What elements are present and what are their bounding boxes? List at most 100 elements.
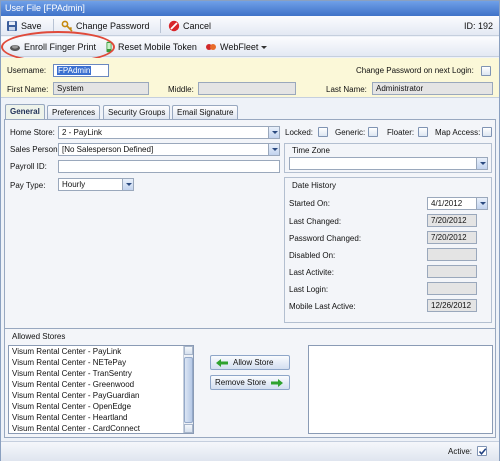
sales-person-select[interactable]: [No Salesperson Defined] [58,143,280,156]
available-stores-list[interactable] [308,345,493,434]
list-item[interactable]: Visum Rental Center - Heartland [12,413,127,422]
change-pw-next-login-label: Change Password on next Login: [356,66,474,75]
webfleet-menu-button[interactable]: WebFleet [205,39,268,55]
locked-checkbox[interactable] [318,127,328,137]
map-access-label: Map Access: [435,128,481,137]
reset-token-label: Reset Mobile Token [118,42,197,52]
username-value: FPAdmin [57,66,92,75]
home-store-value: 2 - PayLink [62,128,103,137]
disabled-on-field [427,248,477,261]
dropdown-arrow-icon [476,158,487,169]
allow-store-button[interactable]: Allow Store [210,355,290,370]
generic-label: Generic: [335,128,366,137]
last-name-field[interactable]: Administrator [372,82,493,95]
payroll-id-label: Payroll ID: [10,162,47,171]
last-login-field [427,282,477,295]
allowed-stores-list[interactable]: Visum Rental Center - PayLink Visum Rent… [8,345,194,434]
sales-person-value: [No Salesperson Defined] [62,145,154,154]
toolbar-divider [160,19,161,33]
started-on-label: Started On: [289,199,330,208]
scroll-up-icon[interactable] [184,346,193,355]
tab-email-signature[interactable]: Email Signature [172,105,239,119]
list-item[interactable]: Visum Rental Center - CardConnect [12,424,140,433]
last-activity-label: Last Activite: [289,268,334,277]
tab-general[interactable]: General [5,104,45,120]
first-name-label: First Name: [7,85,49,94]
date-history-group: Date History Started On: 4/1/2012 Last C… [284,177,492,323]
username-label: Username: [7,66,47,75]
mobile-last-active-label: Mobile Last Active: [289,302,356,311]
stores-scrollbar[interactable] [183,346,193,433]
home-store-label: Home Store: [10,128,55,137]
active-checkbox[interactable] [477,446,487,456]
list-item[interactable]: Visum Rental Center - TranSentry [12,369,132,378]
checkmark-icon [478,448,487,455]
date-history-label: Date History [292,181,337,190]
pay-type-select[interactable]: Hourly [58,178,134,191]
sales-person-label: Sales Person: [10,145,60,154]
scroll-thumb[interactable] [184,357,193,423]
dropdown-arrow-icon [268,144,279,155]
floppy-disk-icon [6,20,18,32]
map-access-checkbox[interactable] [482,127,492,137]
pay-type-label: Pay Type: [10,181,46,190]
scroll-down-icon[interactable] [184,424,193,433]
first-name-field[interactable]: System [53,82,149,95]
dropdown-arrow-icon [476,198,487,209]
last-name-label: Last Name: [326,85,367,94]
cancel-icon [168,20,180,32]
locked-label: Locked: [285,128,314,137]
arrow-left-icon [216,358,228,367]
remove-store-label: Remove Store [215,378,267,387]
record-id: ID: 192 [463,21,493,31]
user-info-panel: Username: FPAdmin Change Password on nex… [1,58,499,98]
last-changed-label: Last Changed: [289,217,342,226]
home-store-select[interactable]: 2 - PayLink [58,126,280,139]
time-zone-group: Time Zone [284,143,492,173]
remove-store-button[interactable]: Remove Store [210,375,290,390]
cancel-button[interactable]: Cancel [168,18,211,34]
window-title: User File [FPAdmin] [1,1,499,16]
list-item[interactable]: Visum Rental Center - NETePay [12,358,126,367]
dropdown-arrow-icon [122,179,133,190]
arrow-right-icon [271,378,284,387]
webfleet-label: WebFleet [220,42,259,52]
started-on-date-picker[interactable]: 4/1/2012 [427,197,488,210]
last-activity-field [427,265,477,278]
allowed-stores-title: Allowed Stores [12,332,66,341]
allow-store-label: Allow Store [233,358,274,367]
dropdown-arrow-icon [268,127,279,138]
generic-checkbox[interactable] [368,127,378,137]
tab-security-groups[interactable]: Security Groups [103,105,171,119]
list-item[interactable]: Visum Rental Center - PayLink [12,347,121,356]
payroll-id-field[interactable] [58,160,280,173]
change-pw-next-login-checkbox[interactable] [481,66,491,76]
middle-label: Middle: [168,85,194,94]
general-tab-panel: Home Store: 2 - PayLink Sales Person: [N… [4,119,496,329]
time-zone-select[interactable] [289,157,488,170]
user-file-window: User File [FPAdmin] Save Change Password… [0,0,500,461]
last-changed-field: 7/20/2012 [427,214,477,227]
tab-preferences[interactable]: Preferences [47,105,101,119]
change-password-label: Change Password [76,21,150,31]
floater-label: Floater: [387,128,415,137]
active-label: Active: [448,447,473,456]
middle-field[interactable] [198,82,296,95]
pay-type-value: Hourly [62,180,86,189]
list-item[interactable]: Visum Rental Center - Greenwood [12,380,134,389]
cancel-label: Cancel [183,21,212,31]
username-field[interactable]: FPAdmin [53,64,109,77]
webfleet-logo-icon [205,41,217,53]
mobile-last-active-field: 12/26/2012 [427,299,477,312]
last-login-label: Last Login: [289,285,329,294]
password-changed-field: 7/20/2012 [427,231,477,244]
time-zone-label: Time Zone [292,146,330,155]
allowed-stores-panel: Allowed Stores Visum Rental Center - Pay… [4,328,496,438]
list-item[interactable]: Visum Rental Center - OpenEdge [12,402,131,411]
started-on-value: 4/1/2012 [431,199,463,208]
list-item[interactable]: Visum Rental Center - PayGuardian [12,391,139,400]
floater-checkbox[interactable] [418,127,428,137]
reset-mobile-token-button[interactable]: Reset Mobile Token [103,39,197,55]
chevron-down-icon [261,45,268,49]
status-bar: Active: [1,441,499,461]
